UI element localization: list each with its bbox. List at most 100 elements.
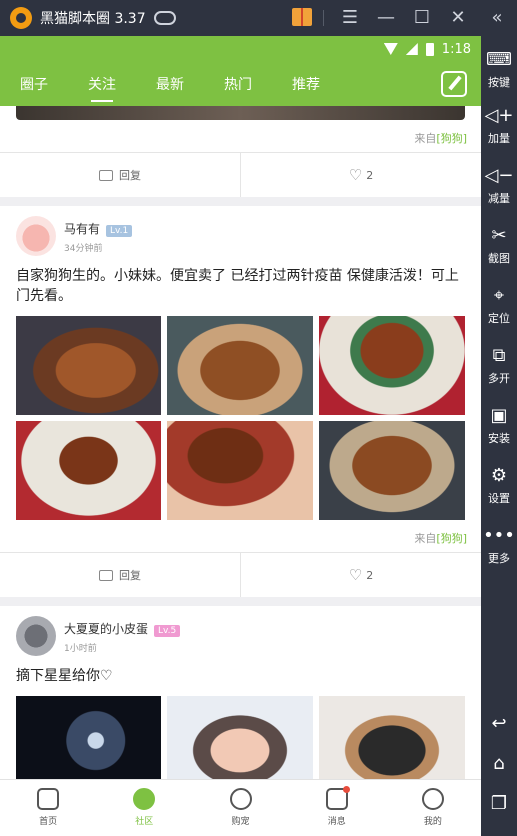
multi-open-icon: ⧉ [492, 345, 506, 366]
post-time: 34分钟前 [64, 244, 103, 254]
nav-home[interactable]: 首页 [0, 780, 96, 836]
close-icon[interactable]: ✕ [446, 6, 470, 30]
home-icon[interactable]: ⌂ [481, 752, 517, 776]
post-photo[interactable] [16, 696, 161, 779]
post-photo[interactable] [319, 421, 465, 520]
toolbar-volume-up[interactable]: ◁+ 加量 [481, 104, 517, 146]
emulator-toolbar: ⌨ 按键 ◁+ 加量 ◁− 减量 ✂ 截图 ⌖ 定位 ⧉ 多开 ▣ 安装 ⚙ 设置 ••• 更多 … [481, 36, 517, 836]
collapse-icon[interactable]: « [485, 6, 509, 30]
menu-icon[interactable]: ☰ [338, 6, 362, 30]
post-actions: 回复 ♡ 2 [0, 552, 481, 597]
profile-nav-icon [421, 788, 444, 810]
post-text[interactable]: 摘下星星给你♡ [0, 658, 481, 686]
post-photo[interactable] [16, 316, 161, 415]
post-image[interactable] [16, 106, 465, 120]
post-source: 来自[狗狗] [414, 132, 467, 145]
divider [0, 197, 481, 206]
post-photo[interactable] [167, 696, 313, 779]
scissors-icon: ✂ [491, 225, 507, 246]
maximize-icon[interactable]: ☐ [410, 6, 434, 30]
emulator-title-bar: 黑猫脚本圈 3.37 ☰ — ☐ ✕ « [0, 0, 517, 36]
home-nav-icon [37, 788, 60, 810]
heart-icon: ♡ [348, 165, 363, 184]
photo-grid [0, 306, 481, 520]
level-badge: Lv.5 [154, 625, 181, 637]
volume-up-icon: ◁+ [484, 105, 514, 126]
tab-latest[interactable]: 最新 [136, 74, 204, 94]
toolbar-keyboard[interactable]: ⌨ 按键 [481, 48, 517, 90]
nav-community[interactable]: 社区 [96, 780, 192, 836]
title-divider [323, 10, 324, 26]
post-header: 大夏夏的小皮蛋 Lv.5 1小时前 [0, 606, 481, 658]
reply-icon [99, 569, 113, 581]
source-tag[interactable]: [狗狗] [436, 532, 467, 545]
minimize-icon[interactable]: — [374, 6, 398, 30]
reply-icon [99, 169, 113, 181]
app-bar: 圈子 关注 最新 热门 推荐 [0, 62, 481, 106]
toolbar-more[interactable]: ••• 更多 [481, 524, 517, 566]
tab-circle[interactable]: 圈子 [0, 74, 68, 94]
toolbar-settings[interactable]: ⚙ 设置 [481, 464, 517, 506]
gamepad-icon[interactable] [153, 11, 176, 25]
post-card: 马有有 Lv.1 34分钟前 自家狗狗生的。小妹妹。便宜卖了 已经打过两针疫苗 保… [0, 206, 481, 597]
gift-icon[interactable] [292, 8, 312, 26]
post-photo[interactable] [16, 421, 161, 520]
feed[interactable]: 来自[狗狗] 回复 ♡ 2 马有有 Lv.1 34分钟前 自家狗狗生的。小妹妹。便宜… [0, 106, 481, 779]
apk-install-icon: ▣ [490, 405, 508, 426]
tab-recommend[interactable]: 推荐 [272, 74, 340, 94]
post-card: 来自[狗狗] 回复 ♡ 2 [0, 106, 481, 197]
toolbar-screenshot[interactable]: ✂ 截图 [481, 224, 517, 266]
back-icon[interactable]: ↩ [481, 712, 517, 736]
avatar[interactable] [16, 616, 56, 656]
signal-icon [405, 43, 418, 55]
level-badge: Lv.1 [106, 225, 133, 237]
compose-icon[interactable] [441, 71, 467, 97]
dog-nav-icon [229, 788, 252, 810]
post-author[interactable]: 大夏夏的小皮蛋 Lv.5 [64, 620, 181, 637]
gear-icon: ⚙ [490, 465, 508, 486]
nav-buy-pet[interactable]: 购宠 [192, 780, 288, 836]
post-actions: 回复 ♡ 2 [0, 152, 481, 197]
tab-hot[interactable]: 热门 [204, 74, 272, 94]
toolbar-location[interactable]: ⌖ 定位 [481, 284, 517, 326]
recent-apps-icon[interactable]: ❐ [481, 792, 517, 816]
bottom-nav: 首页 社区 购宠 消息 我的 [0, 779, 481, 836]
divider [0, 597, 481, 606]
volume-down-icon: ◁− [484, 165, 514, 186]
status-bar: 1:18 [0, 36, 481, 62]
keyboard-icon: ⌨ [486, 49, 512, 70]
phone-screen: 1:18 圈子 关注 最新 热门 推荐 来自[狗狗] 回复 ♡ 2 马有有 Lv.1 [0, 36, 481, 836]
post-photo[interactable] [167, 421, 313, 520]
post-card: 大夏夏的小皮蛋 Lv.5 1小时前 摘下星星给你♡ [0, 606, 481, 779]
nav-messages[interactable]: 消息 [289, 780, 385, 836]
toolbar-install[interactable]: ▣ 安装 [481, 404, 517, 446]
reply-button[interactable]: 回复 [0, 153, 240, 197]
like-button[interactable]: ♡ 2 [240, 153, 481, 197]
tab-following[interactable]: 关注 [68, 74, 136, 102]
status-time: 1:18 [441, 41, 471, 57]
like-button[interactable]: ♡ 2 [240, 553, 481, 597]
post-author[interactable]: 马有有 Lv.1 [64, 220, 133, 237]
post-text[interactable]: 自家狗狗生的。小妹妹。便宜卖了 已经打过两针疫苗 保健康活泼！可上门先看。 [0, 262, 481, 306]
avatar[interactable] [16, 216, 56, 256]
post-photo[interactable] [319, 316, 465, 415]
source-tag[interactable]: [狗狗] [436, 132, 467, 145]
emulator-title: 黑猫脚本圈 3.37 [40, 11, 146, 27]
post-source: 来自[狗狗] [414, 532, 467, 545]
emulator-logo-icon [10, 7, 32, 29]
photo-grid [0, 686, 481, 779]
toolbar-multi-open[interactable]: ⧉ 多开 [481, 344, 517, 386]
notification-dot [342, 786, 350, 793]
wifi-icon [383, 43, 398, 55]
reply-button[interactable]: 回复 [0, 553, 240, 597]
community-nav-icon [133, 788, 156, 810]
toolbar-volume-down[interactable]: ◁− 减量 [481, 164, 517, 206]
location-icon: ⌖ [493, 285, 505, 306]
more-icon: ••• [483, 525, 515, 546]
post-header: 马有有 Lv.1 34分钟前 [0, 206, 481, 262]
post-photo[interactable] [167, 316, 313, 415]
post-photo[interactable] [319, 696, 465, 779]
battery-icon [425, 42, 434, 56]
nav-me[interactable]: 我的 [385, 780, 481, 836]
post-time: 1小时前 [64, 644, 97, 654]
